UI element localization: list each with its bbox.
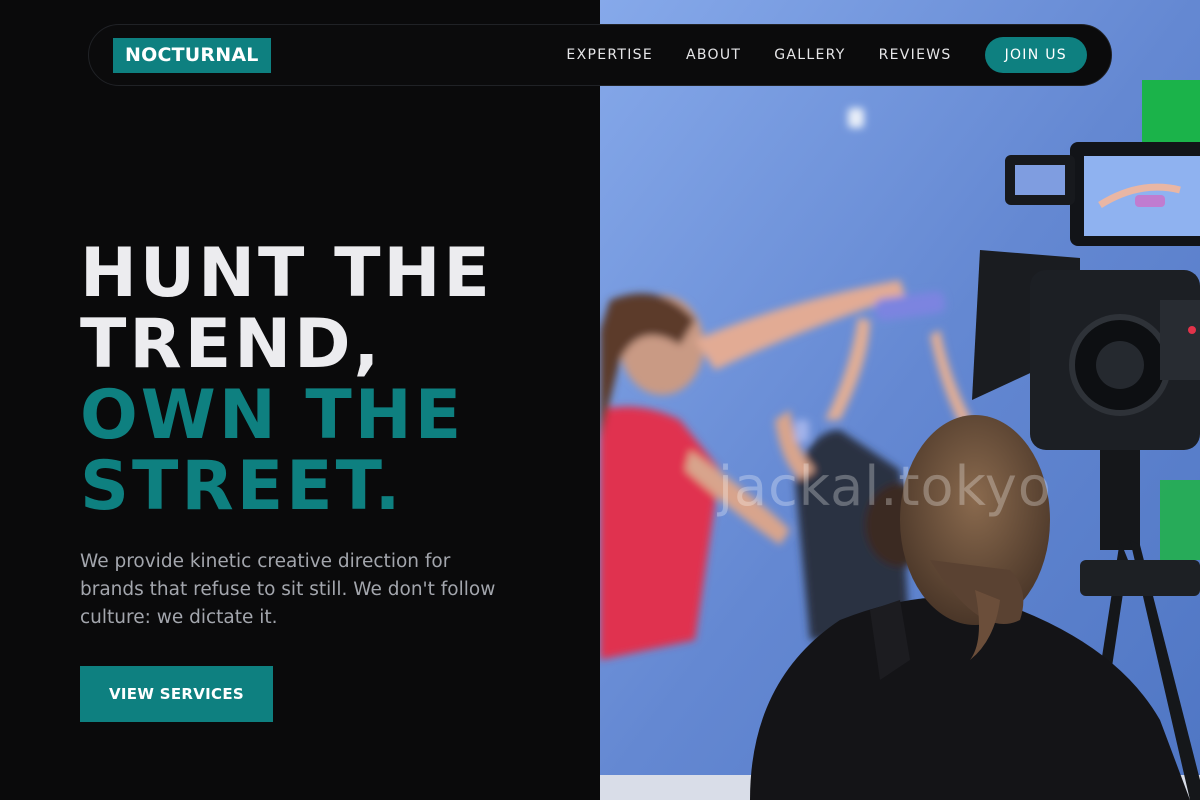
hero-section: HUNT THE TREND, OWN THE STREET. We provi… [80, 238, 580, 632]
nav-link-about[interactable]: ABOUT [686, 47, 741, 63]
nav-link-reviews[interactable]: REVIEWS [879, 47, 952, 63]
nav-link-expertise[interactable]: EXPERTISE [566, 47, 653, 63]
headline-line-1: HUNT THE [80, 234, 493, 313]
film-set-illustration [600, 0, 1200, 800]
hero-headline: HUNT THE TREND, OWN THE STREET. [80, 238, 580, 522]
headline-accent-line-1: OWN THE [80, 376, 465, 455]
hero-description: We provide kinetic creative direction fo… [80, 551, 496, 628]
navbar: NOCTURNAL EXPERTISE ABOUT GALLERY REVIEW… [88, 24, 1112, 86]
view-services-button[interactable]: VIEW SERVICES [80, 666, 273, 722]
headline-line-2: TREND, [80, 305, 383, 384]
watermark-text: jackal.tokyo [718, 455, 1052, 518]
join-us-button[interactable]: JOIN US [984, 37, 1087, 73]
brand-logo[interactable]: NOCTURNAL [113, 37, 271, 73]
nav-link-gallery[interactable]: GALLERY [774, 47, 845, 63]
nav-links: EXPERTISE ABOUT GALLERY REVIEWS JOIN US [566, 37, 1087, 73]
hero-photo: jackal.tokyo [600, 0, 1200, 800]
headline-accent-line-2: STREET. [80, 447, 404, 526]
landing-page: jackal.tokyo NOCTURNAL EXPERTISE ABOUT G… [0, 0, 1200, 800]
